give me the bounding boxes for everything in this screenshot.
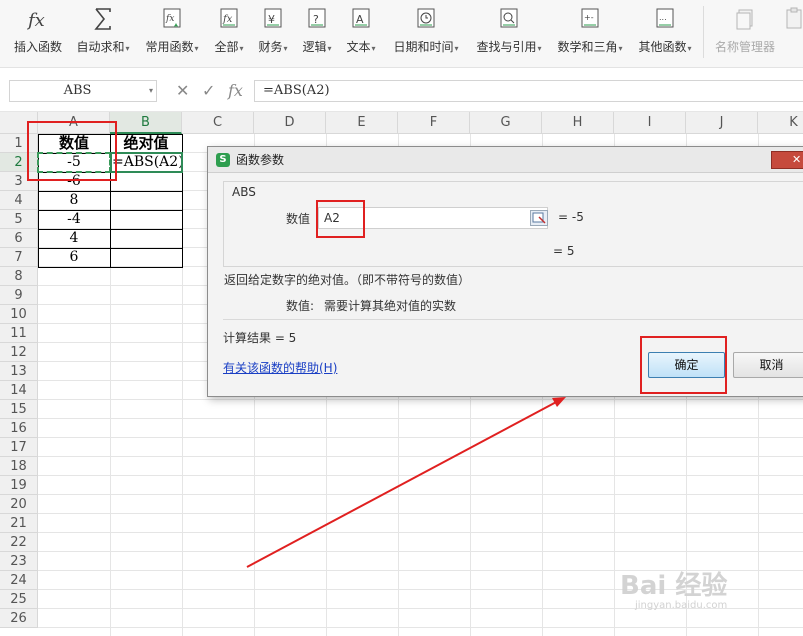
spreadsheet-window: fx 插入函数 自动求和▾ fx 常用函数▾ fx 全部▾ ¥ 财务▾ ? 逻辑… <box>0 0 803 636</box>
watermark-logo: Bai 经验 <box>620 571 728 601</box>
annotation-arrow <box>246 397 566 568</box>
watermark-url: jingyan.baidu.com <box>635 600 728 611</box>
